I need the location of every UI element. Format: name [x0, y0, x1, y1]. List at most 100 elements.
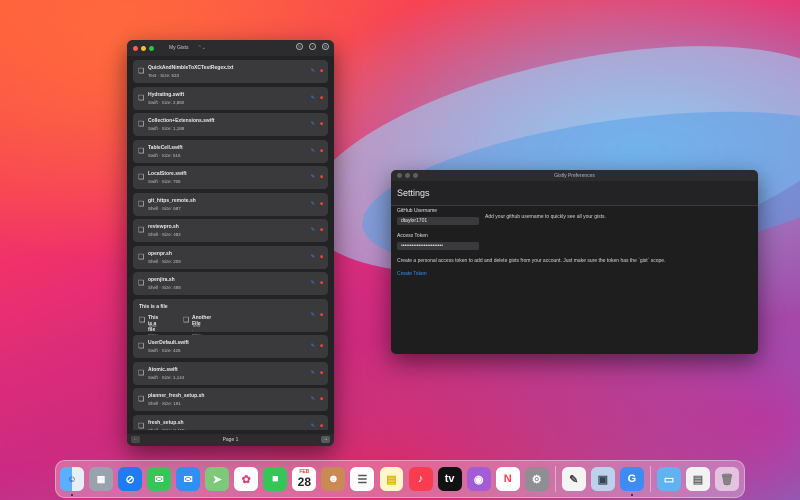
news-icon[interactable]: N	[495, 467, 520, 491]
gist-name: fresh_setup.sh	[148, 419, 184, 426]
music-icon[interactable]: ♪	[408, 467, 433, 491]
trash-icon[interactable]: ■	[320, 396, 323, 402]
gist-card[interactable]: ❏ LocalStore.swift Swift · Size: 755 ✎ ■	[133, 166, 328, 189]
gist-card[interactable]: ❏ Collection+Extensions.swift Swift · Size…	[133, 113, 328, 136]
gist-card[interactable]: ❏ reviewpro.sh Shell · Size: 482 ✎ ■	[133, 219, 328, 242]
edit-icon[interactable]: ✎	[311, 68, 315, 74]
document-icon: ❏	[138, 200, 145, 208]
gists-window-title[interactable]: My Gists	[169, 45, 188, 51]
chevron-updown-icon[interactable]: ⌃⌄	[197, 45, 205, 51]
edit-icon[interactable]: ✎	[311, 423, 315, 429]
document-icon: ❏	[138, 121, 145, 128]
trash-icon[interactable]: ■	[320, 343, 323, 349]
edit-icon[interactable]: ✎	[311, 396, 315, 402]
facetime-icon[interactable]: ■	[263, 467, 288, 491]
create-token-link[interactable]: Create Token	[397, 271, 427, 277]
username-field[interactable]: dtaylor1701	[397, 217, 479, 225]
edit-icon[interactable]: ✎	[311, 370, 315, 376]
podcasts-icon[interactable]: ◉	[466, 467, 491, 491]
trash-icon[interactable]: ■	[320, 148, 323, 154]
edit-icon[interactable]: ✎	[311, 254, 315, 260]
mail-icon[interactable]: ✉	[176, 467, 201, 491]
contacts-icon[interactable]: ☻	[321, 467, 346, 491]
calendar-day: 28	[297, 475, 312, 489]
gist-card[interactable]: ❏ QuickAndNimbleToXCTestRegex.txt Text · S…	[133, 60, 328, 83]
trash-icon[interactable]: ■	[320, 68, 323, 74]
gistly-icon[interactable]: G	[619, 467, 644, 496]
gist-card[interactable]: ❏ Hydrating.swift Swift · Size: 2,880 ✎ ■	[133, 86, 328, 110]
textedit-icon[interactable]: ✎	[561, 467, 586, 491]
calendar-icon[interactable]: FEB 28	[292, 467, 317, 491]
trash-icon[interactable]: ■	[320, 121, 323, 127]
trash-icon[interactable]: ■	[320, 312, 323, 318]
gist-name: TableCell.swift	[148, 144, 183, 151]
system-preferences-icon[interactable]: ⚙	[524, 467, 549, 491]
tv-icon[interactable]: tv	[437, 467, 462, 491]
folder-icon[interactable]: ▭	[656, 467, 681, 491]
edit-icon[interactable]: ✎	[311, 312, 315, 318]
edit-icon[interactable]: ✎	[311, 148, 315, 154]
edit-icon[interactable]: ✎	[311, 121, 315, 127]
gist-card[interactable]: ❏ planner_fresh_setup.sh Shell · Size: 191…	[133, 388, 328, 411]
close-button[interactable]	[133, 45, 138, 51]
gist-meta: Swift · Size: 2,880	[148, 99, 185, 105]
trash-icon[interactable]: ■	[320, 227, 323, 233]
gist-card[interactable]: ❏ UserDefault.swift Swift · Size: 426 ✎ ■	[133, 335, 328, 358]
document-icon: ❏	[138, 174, 145, 181]
username-help: Add your github username to quickly see …	[485, 214, 606, 220]
gist-name: git_https_remote.sh	[148, 197, 196, 204]
gist-group-card[interactable]: This is a file❏This is a fileText · Size…	[133, 298, 328, 343]
trash-icon[interactable]: ■	[320, 423, 323, 429]
edit-icon[interactable]: ✎	[311, 343, 315, 349]
access-token-field[interactable]: ••••••••••••••••••••••••	[397, 242, 479, 250]
gist-meta: Shell · Size: 209	[148, 258, 181, 264]
next-page-button[interactable]: →	[321, 436, 330, 443]
gist-card[interactable]: ❏ openpr.sh Shell · Size: 209 ✎ ■	[133, 245, 328, 269]
token-help: Create a personal access token to add an…	[397, 258, 666, 264]
preview-icon[interactable]: ▣	[590, 467, 615, 491]
trash-icon[interactable]: ■	[320, 370, 323, 376]
gist-meta: Shell · Size: 482	[148, 232, 181, 237]
document-icon: ❏	[139, 316, 146, 324]
document-icon: ❏	[138, 227, 145, 234]
safari-icon[interactable]: ⊘	[118, 467, 143, 491]
photos-icon[interactable]: ✿	[234, 467, 259, 491]
gist-card[interactable]: ❏ TableCell.swift Swift · Size: 515 ✎ ■	[133, 139, 328, 163]
document-icon[interactable]: ▤	[685, 467, 710, 491]
username-label: GitHub Username	[397, 208, 438, 214]
minimize-button[interactable]	[141, 45, 146, 51]
gist-meta: Swift · Size: 1,188	[148, 126, 185, 131]
trash-icon[interactable]: ■	[320, 280, 323, 286]
trash-icon[interactable]: ■	[320, 95, 323, 101]
page-label: Page 1	[222, 437, 239, 443]
reminders-icon[interactable]: ☰	[350, 467, 375, 491]
add-icon[interactable]: +	[309, 43, 316, 50]
edit-icon[interactable]: ✎	[311, 280, 315, 286]
notes-icon[interactable]: ▤	[379, 467, 404, 491]
settings-icon[interactable]: ⚙	[322, 43, 329, 50]
messages-icon[interactable]: ✉	[147, 467, 172, 491]
zoom-button[interactable]	[149, 45, 154, 51]
finder-icon[interactable]: ☺	[60, 467, 84, 496]
gist-card[interactable]: ❏ git_https_remote.sh Shell · Size: 687 ✎ ■	[133, 192, 328, 216]
gist-card[interactable]: ❏ Atomic.swift Swift · Size: 1,144 ✎ ■	[133, 361, 328, 385]
trash-icon[interactable]: 🗑	[715, 467, 739, 491]
trash-icon[interactable]: ■	[320, 174, 323, 180]
gist-card[interactable]: ❏ fresh_setup.sh Shell · Size: 3,468 ✎ ■	[133, 414, 328, 430]
trash-icon[interactable]: ■	[320, 254, 323, 260]
launchpad-icon[interactable]: ▦	[89, 467, 113, 491]
edit-icon[interactable]: ✎	[311, 95, 315, 101]
gist-card[interactable]: ❏ openjira.sh Shell · Size: 498 ✎ ■	[133, 272, 328, 295]
gist-name: Atomic.swift	[148, 366, 178, 373]
trash-icon[interactable]: ■	[320, 201, 323, 207]
edit-icon[interactable]: ✎	[311, 174, 315, 180]
gist-list[interactable]: ❏ QuickAndNimbleToXCTestRegex.txt Text · S…	[133, 60, 328, 430]
preferences-titlebar: Gistly Preferences	[391, 170, 758, 181]
maps-icon[interactable]: ➤	[205, 467, 230, 491]
refresh-icon[interactable]: ↻	[296, 43, 303, 50]
edit-icon[interactable]: ✎	[311, 227, 315, 233]
gist-meta: Shell · Size: 498	[148, 285, 181, 290]
gist-name: QuickAndNimbleToXCTestRegex.txt	[148, 65, 234, 71]
edit-icon[interactable]: ✎	[311, 201, 315, 207]
dock-separator	[649, 466, 651, 492]
